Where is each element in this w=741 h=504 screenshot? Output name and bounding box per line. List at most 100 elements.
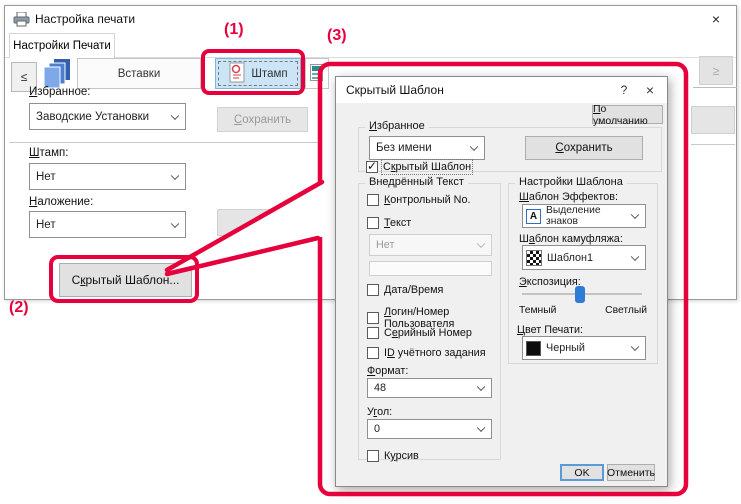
cancel-button[interactable]: Отменить bbox=[607, 464, 655, 481]
save-button-label: Сохранить bbox=[234, 114, 291, 126]
format-value: 48 bbox=[374, 382, 386, 394]
angle-value: 0 bbox=[374, 423, 380, 435]
hidden-pattern-button[interactable]: Скрытый Шаблон... bbox=[59, 263, 192, 297]
dialog-save-button[interactable]: Сохранить bbox=[525, 136, 643, 160]
toolbar-inserts-button[interactable]: Вставки bbox=[77, 58, 201, 89]
stamp-value: Нет bbox=[36, 171, 56, 183]
checkbox-box[interactable] bbox=[367, 284, 379, 296]
chevron-down-icon bbox=[631, 343, 639, 351]
close-icon[interactable]: × bbox=[639, 81, 661, 99]
checkbox-box[interactable] bbox=[367, 450, 379, 462]
stamp-icon bbox=[228, 62, 246, 86]
separator bbox=[9, 142, 319, 143]
stamp-select[interactable]: Нет bbox=[29, 163, 186, 190]
camouflage-select[interactable]: Шаблон1 bbox=[522, 245, 646, 270]
window-title: Настройка печати bbox=[35, 6, 135, 32]
chevron-down-icon bbox=[631, 252, 639, 260]
favorites-select[interactable]: Заводские Установки bbox=[29, 103, 186, 130]
checkbox-box[interactable] bbox=[367, 347, 379, 359]
hidden-pattern-checkbox[interactable]: Скрытый Шаблон bbox=[366, 161, 471, 173]
favorites-value: Заводские Установки bbox=[36, 111, 149, 123]
angle-select[interactable]: 0 bbox=[367, 419, 492, 439]
toolbar-stamp-label: Штамп bbox=[251, 68, 287, 80]
embedded-text-group-label: Внедрённый Текст bbox=[365, 176, 468, 188]
callout-3: (3) bbox=[327, 27, 347, 45]
chevron-down-icon bbox=[477, 424, 485, 432]
italic-checkbox[interactable]: Курсив bbox=[367, 450, 419, 462]
toolbar-hidden-button-fragment[interactable] bbox=[305, 58, 329, 89]
tab-print-settings[interactable]: Настройки Печати bbox=[9, 33, 115, 58]
print-color-label: Цвет Печати: bbox=[517, 324, 583, 336]
print-color-select[interactable]: Черный bbox=[522, 336, 646, 360]
chevron-down-icon bbox=[171, 219, 179, 227]
effect-value: Выделение знаков bbox=[546, 205, 627, 227]
color-swatch-icon bbox=[526, 341, 541, 356]
hidden-pattern-button-label: Скрытый Шаблон... bbox=[72, 273, 180, 287]
chevron-down-icon bbox=[171, 111, 179, 119]
chevron-down-icon bbox=[171, 171, 179, 179]
callout-1: (1) bbox=[224, 21, 244, 39]
overlay-label: Наложение: bbox=[29, 196, 93, 208]
chevron-down-icon bbox=[477, 383, 485, 391]
window-titlebar: Настройка печати × bbox=[5, 6, 736, 32]
serial-number-checkbox[interactable]: Серийный Номер bbox=[367, 327, 472, 339]
angle-label: Угол: bbox=[367, 406, 392, 418]
effect-label: Шаблон Эффектов: bbox=[519, 191, 618, 203]
defaults-button[interactable]: По умолчанию bbox=[592, 105, 663, 124]
favorites-label: Избранное: bbox=[29, 86, 90, 98]
hidden-pattern-checkbox-label: Скрытый Шаблон bbox=[383, 161, 471, 173]
overlay-settings-button[interactable] bbox=[217, 209, 308, 236]
close-icon[interactable]: × bbox=[704, 10, 728, 28]
control-no-checkbox[interactable]: Контрольный No. bbox=[367, 194, 470, 206]
exposure-slider[interactable] bbox=[522, 286, 642, 303]
camouflage-label: Шаблон камуфляжа: bbox=[519, 233, 623, 245]
toolbar-stamp-button[interactable]: Штамп bbox=[215, 58, 301, 89]
text-checkbox[interactable]: Текст bbox=[367, 217, 411, 229]
pattern-swatch-icon bbox=[526, 250, 542, 266]
date-time-checkbox[interactable]: Дата/Время bbox=[367, 284, 443, 296]
format-label: Формат: bbox=[367, 365, 408, 377]
checkbox-box[interactable] bbox=[367, 327, 379, 339]
format-select[interactable]: 48 bbox=[367, 378, 492, 398]
checkbox-box[interactable] bbox=[366, 161, 378, 173]
stamp-label: Штамп: bbox=[29, 147, 68, 159]
chevron-down-icon bbox=[470, 143, 478, 151]
letter-a-icon: A bbox=[526, 209, 541, 224]
ok-button[interactable]: OK bbox=[560, 464, 604, 481]
checkbox-box[interactable] bbox=[367, 194, 379, 206]
account-job-id-checkbox[interactable]: ID учётного задания bbox=[367, 347, 486, 359]
checkbox-box[interactable] bbox=[367, 312, 379, 324]
chevron-down-icon bbox=[477, 240, 485, 248]
help-icon[interactable]: ? bbox=[613, 81, 635, 99]
overlay-value: Нет bbox=[36, 219, 56, 231]
chevron-down-icon bbox=[631, 211, 639, 219]
exposure-dark-label: Темный bbox=[519, 305, 556, 316]
overlay-tab-icon bbox=[310, 64, 323, 84]
text-input[interactable] bbox=[369, 261, 492, 276]
toolbar-right-divider bbox=[693, 87, 737, 88]
dialog-titlebar: Скрытый Шаблон ? × bbox=[336, 77, 667, 103]
favorites-group-label: Избранное bbox=[365, 120, 429, 132]
printer-icon bbox=[13, 12, 30, 32]
separator-right bbox=[691, 144, 735, 145]
screenshot-canvas: { "annotation": { "color": "#e6003c", "l… bbox=[0, 0, 741, 504]
pattern-settings-group-label: Настройки Шаблона bbox=[515, 176, 627, 188]
effect-select[interactable]: A Выделение знаков bbox=[522, 204, 646, 228]
dialog-title: Скрытый Шаблон bbox=[346, 77, 444, 103]
exposure-light-label: Светлый bbox=[605, 305, 647, 316]
hidden-pattern-dialog: Скрытый Шаблон ? × По умолчанию Избранно… bbox=[335, 76, 668, 487]
slider-thumb[interactable] bbox=[575, 286, 585, 303]
text-select[interactable]: Нет bbox=[369, 234, 492, 256]
toolbar-next-button[interactable]: ≥ bbox=[699, 56, 733, 85]
overlay-select[interactable]: Нет bbox=[29, 211, 186, 238]
save-button[interactable]: Сохранить bbox=[217, 107, 308, 132]
callout-2: (2) bbox=[9, 299, 29, 317]
pattern-settings-group: Настройки Шаблона Шаблон Эффектов: A Выд… bbox=[508, 183, 658, 364]
dialog-favorites-select[interactable]: Без имени bbox=[369, 136, 485, 160]
right-button-fragment[interactable] bbox=[691, 106, 735, 134]
checkbox-box[interactable] bbox=[367, 217, 379, 229]
embedded-text-group: Внедрённый Текст Контрольный No. Текст Н… bbox=[358, 183, 501, 460]
camouflage-value: Шаблон1 bbox=[547, 252, 593, 264]
dialog-favorites-value: Без имени bbox=[376, 142, 432, 154]
text-select-value: Нет bbox=[376, 239, 394, 251]
